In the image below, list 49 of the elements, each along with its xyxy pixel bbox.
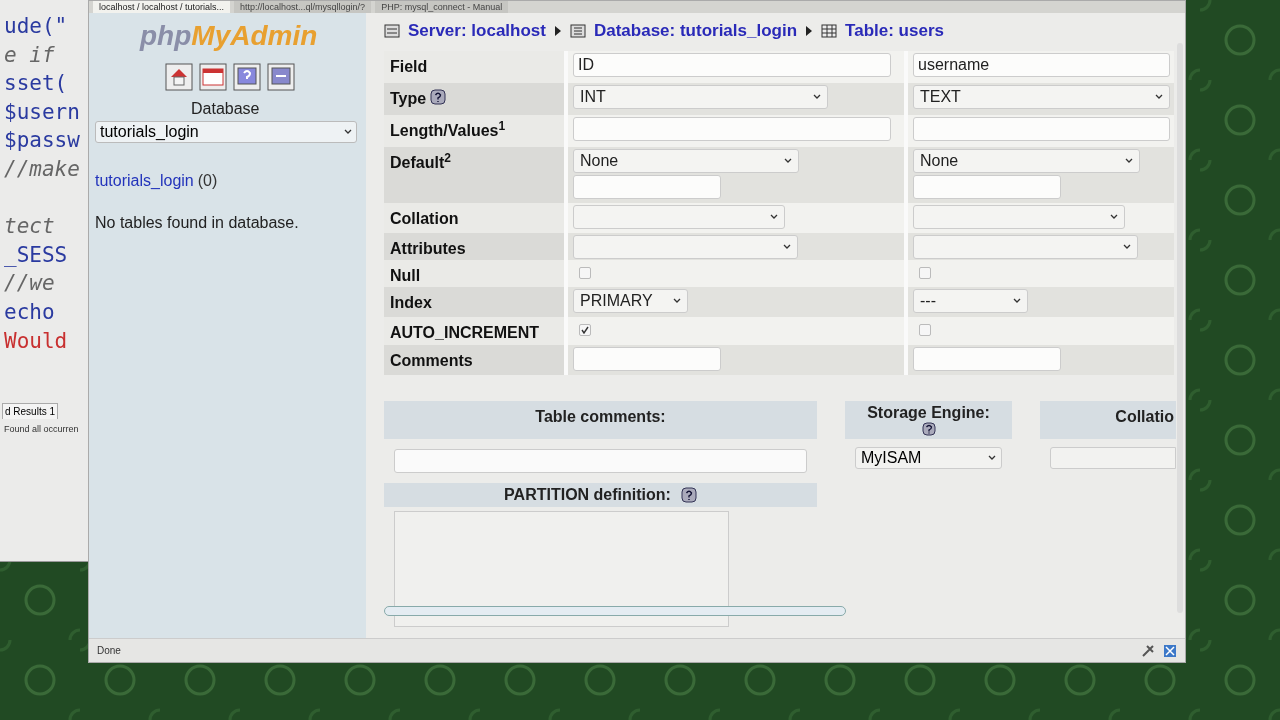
- field-label: Collation: [390, 209, 459, 229]
- select-field[interactable]: PRIMARY: [573, 289, 688, 313]
- status-text: Done: [97, 644, 121, 658]
- field-label: Field: [390, 57, 428, 77]
- table-count: (0): [197, 171, 218, 191]
- breadcrumb-link[interactable]: Table: users: [845, 18, 944, 44]
- select-field[interactable]: None: [913, 149, 1140, 173]
- select-field[interactable]: TEXT: [913, 85, 1170, 109]
- results-tab[interactable]: d Results 1: [2, 403, 59, 419]
- field-label: Null: [390, 266, 421, 286]
- code-line: _SESS: [4, 241, 69, 269]
- search-message: Found all occurren: [4, 423, 80, 436]
- database-label: Database: [191, 99, 260, 119]
- table-comments-header: Table comments:: [384, 401, 817, 439]
- storage-engine-label: Storage Engine:: [867, 404, 990, 422]
- partition-label: PARTITION definition:: [504, 485, 671, 505]
- input-field[interactable]: username: [913, 53, 1170, 77]
- breadcrumb-link[interactable]: Server: localhost: [408, 18, 546, 44]
- logo: phpMyAdmin: [140, 21, 318, 51]
- storage-engine-select[interactable]: MyISAM: [855, 447, 1002, 469]
- code-line: //we: [4, 270, 56, 298]
- field-label: Comments: [390, 351, 473, 371]
- browser-tab[interactable]: http://localhost...ql/mysqllogin/?: [234, 1, 372, 13]
- breadcrumb-link[interactable]: Database: tutorials_login: [593, 18, 798, 44]
- browser-tab[interactable]: localhost / localhost / tutorials...: [93, 1, 231, 13]
- select-field[interactable]: None: [573, 149, 799, 173]
- database-link[interactable]: tutorials_login: [95, 169, 194, 193]
- code-line: echo: [4, 298, 56, 326]
- select-field[interactable]: ---: [913, 289, 1028, 313]
- field-label: Default$^{2}$: [390, 151, 451, 173]
- browser-tab[interactable]: PHP: mysql_connect - Manual: [375, 1, 509, 13]
- code-line: sset(: [4, 70, 69, 98]
- field-label: Index: [390, 293, 432, 313]
- empty-message: No tables found in database.: [95, 213, 299, 233]
- input-field[interactable]: ID: [573, 53, 891, 77]
- collation-header: Collatio: [1040, 401, 1176, 439]
- code-line: $passw: [4, 127, 81, 155]
- select-field[interactable]: INT: [573, 85, 828, 109]
- code-line: e if: [4, 41, 56, 69]
- code-line: Would: [4, 327, 69, 355]
- field-label: AUTO_INCREMENT: [390, 323, 540, 343]
- field-label: Attributes: [390, 239, 466, 259]
- database-select[interactable]: tutorials_login: [95, 121, 357, 143]
- field-label: Length/Values$^{1}$: [390, 119, 506, 141]
- code-line: $usern: [4, 98, 81, 126]
- code-line: //make: [4, 155, 81, 183]
- code-line: tect: [4, 213, 56, 241]
- code-line: ude(": [4, 13, 69, 40]
- field-label: Type: [390, 89, 427, 109]
